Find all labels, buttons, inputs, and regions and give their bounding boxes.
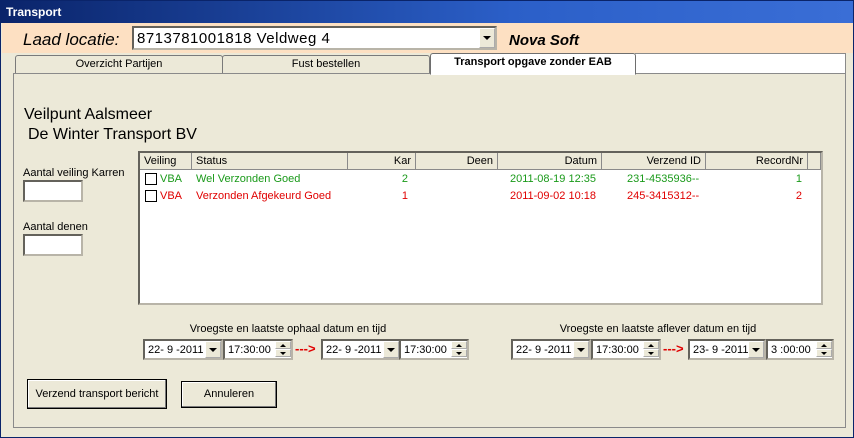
range-arrow-icon: --->	[295, 341, 316, 356]
time-spinner[interactable]	[643, 341, 659, 358]
col-header-datum[interactable]: Datum	[498, 153, 602, 170]
col-header-status[interactable]: Status	[192, 153, 348, 170]
transport-grid[interactable]: Veiling Status Kar Deen Datum Verzend ID…	[138, 151, 823, 305]
aflever-label: Vroegste en laatste aflever datum en tij…	[559, 323, 757, 335]
tab-label: Overzicht Partijen	[75, 58, 163, 70]
title-bar[interactable]: Transport	[1, 1, 853, 23]
spin-down-icon[interactable]	[275, 349, 291, 357]
date-value: 22- 9 -2011	[516, 344, 572, 356]
time-value: 17:30:00	[404, 344, 447, 356]
chevron-down-icon[interactable]	[205, 341, 221, 358]
chevron-down-icon[interactable]	[748, 341, 764, 358]
laad-locatie-label: Laad locatie:	[23, 30, 120, 49]
tab-label: Fust bestellen	[291, 58, 361, 70]
cell-verzend-id: 231-4535936--	[627, 173, 700, 185]
col-header-veiling[interactable]: Veiling	[140, 153, 192, 170]
window-title: Transport	[6, 5, 62, 19]
tab-overzicht-partijen[interactable]: Overzicht Partijen	[15, 55, 223, 74]
cell-verzend-id: 245-3415312--	[627, 190, 700, 202]
cell-datum: 2011-08-19 12:35	[509, 173, 596, 185]
transporter-title: De Winter Transport BV	[28, 126, 197, 143]
col-header-deen[interactable]: Deen	[416, 153, 498, 170]
cell-datum: 2011-09-02 10:18	[509, 190, 596, 202]
laad-locatie-combo[interactable]: 8713781001818 Veldweg 4	[132, 26, 497, 50]
aantal-denen-label: Aantal denen	[23, 221, 88, 233]
aantal-denen-input[interactable]	[23, 234, 83, 256]
aflever-from-time[interactable]: 17:30:00	[591, 339, 661, 360]
aflever-to-time[interactable]: 3 :00:00	[766, 339, 834, 360]
cell-kar: 1	[401, 190, 408, 202]
range-arrow-icon: --->	[663, 341, 684, 356]
laad-locatie-value: 8713781001818 Veldweg 4	[137, 30, 331, 47]
brand-label: Nova Soft	[509, 32, 580, 49]
chevron-down-icon[interactable]	[479, 28, 495, 48]
tab-strip-fill	[635, 53, 846, 74]
date-value: 22- 9 -2011	[326, 344, 382, 356]
cell-kar: 2	[401, 173, 408, 185]
annuleren-button[interactable]: Annuleren	[181, 381, 277, 408]
transport-window: Transport Laad locatie: 8713781001818 Ve…	[0, 0, 854, 438]
row-checkbox[interactable]	[145, 190, 157, 202]
tab-fust-bestellen[interactable]: Fust bestellen	[222, 55, 430, 74]
veilpunt-title: Veilpunt Aalsmeer	[24, 106, 153, 123]
ophaal-to-time[interactable]: 17:30:00	[399, 339, 469, 360]
row-checkbox[interactable]	[145, 173, 157, 185]
time-spinner[interactable]	[816, 341, 832, 358]
ophaal-to-date[interactable]: 22- 9 -2011	[321, 339, 401, 360]
button-label: Verzend transport bericht	[35, 388, 159, 400]
cell-veiling: VBA	[160, 190, 183, 202]
col-header-kar[interactable]: Kar	[348, 153, 416, 170]
cell-status: Wel Verzonden Goed	[196, 173, 301, 185]
chevron-down-icon[interactable]	[573, 341, 589, 358]
time-spinner[interactable]	[275, 341, 291, 358]
col-header-filler	[808, 153, 821, 170]
ophaal-label: Vroegste en laatste ophaal datum en tijd	[189, 323, 387, 335]
cell-veiling: VBA	[160, 173, 183, 185]
table-row[interactable]: VBA Verzonden Afgekeurd Goed 1 2011-09-0…	[140, 188, 821, 205]
spin-up-icon[interactable]	[451, 341, 467, 349]
cell-recordnr: 2	[795, 190, 802, 202]
chevron-down-icon[interactable]	[383, 341, 399, 358]
spin-up-icon[interactable]	[643, 341, 659, 349]
ophaal-from-date[interactable]: 22- 9 -2011	[143, 339, 223, 360]
time-value: 3 :00:00	[771, 344, 811, 356]
tab-transport-opgave[interactable]: Transport opgave zonder EAB	[430, 53, 636, 75]
spin-down-icon[interactable]	[451, 349, 467, 357]
aflever-from-date[interactable]: 22- 9 -2011	[511, 339, 591, 360]
date-value: 22- 9 -2011	[148, 344, 204, 356]
cell-recordnr: 1	[795, 173, 802, 185]
verzend-transport-button[interactable]: Verzend transport bericht	[27, 379, 167, 409]
spin-up-icon[interactable]	[816, 341, 832, 349]
aflever-to-date[interactable]: 23- 9 -2011	[688, 339, 766, 360]
spin-down-icon[interactable]	[816, 349, 832, 357]
aantal-karren-label: Aantal veiling Karren	[23, 167, 125, 179]
col-header-verzend-id[interactable]: Verzend ID	[602, 153, 706, 170]
table-row[interactable]: VBA Wel Verzonden Goed 2 2011-08-19 12:3…	[140, 171, 821, 188]
grid-header: Veiling Status Kar Deen Datum Verzend ID…	[140, 153, 821, 170]
col-header-recordnr[interactable]: RecordNr	[706, 153, 808, 170]
aantal-karren-input[interactable]	[23, 180, 83, 202]
time-spinner[interactable]	[451, 341, 467, 358]
cell-status: Verzonden Afgekeurd Goed	[196, 190, 332, 202]
time-value: 17:30:00	[228, 344, 271, 356]
ophaal-from-time[interactable]: 17:30:00	[223, 339, 293, 360]
spin-up-icon[interactable]	[275, 341, 291, 349]
spin-down-icon[interactable]	[643, 349, 659, 357]
time-value: 17:30:00	[596, 344, 639, 356]
button-label: Annuleren	[203, 388, 255, 400]
tab-label: Transport opgave zonder EAB	[454, 56, 612, 68]
date-value: 23- 9 -2011	[693, 344, 749, 356]
